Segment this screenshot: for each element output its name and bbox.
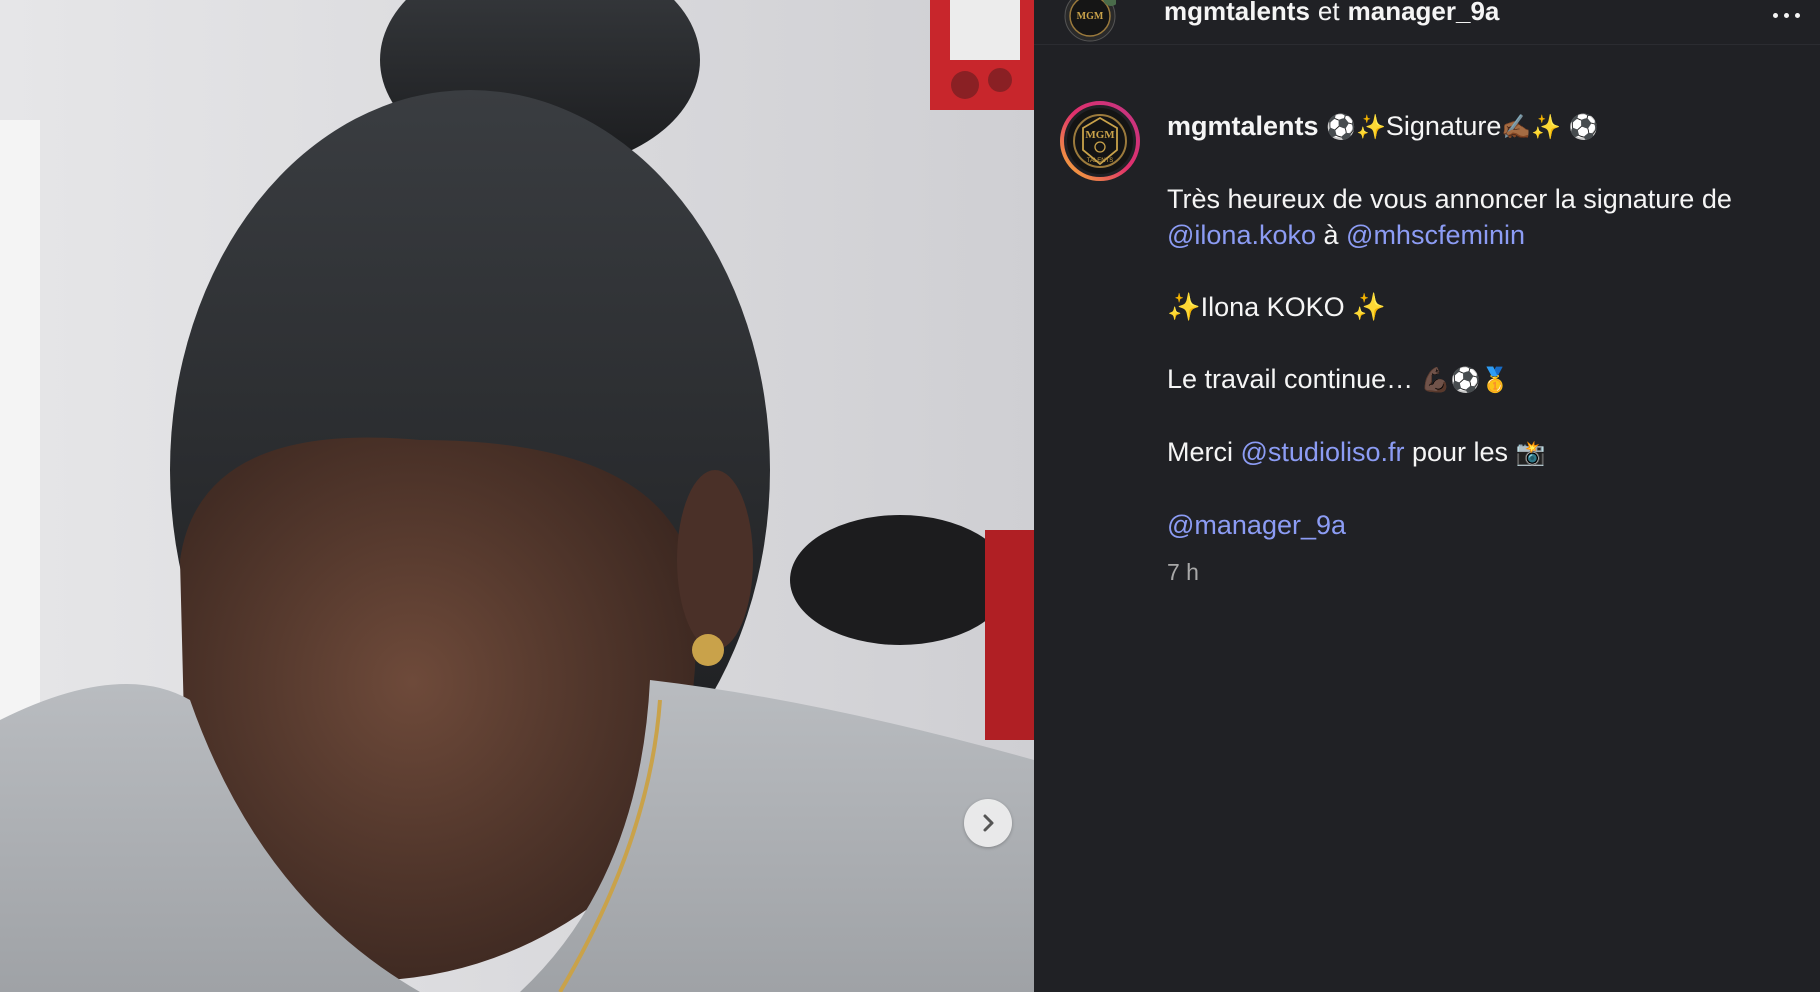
mention-mhscfeminin[interactable]: @mhscfeminin xyxy=(1346,220,1525,250)
header-author-link[interactable]: mgmtalents xyxy=(1164,0,1310,26)
caption-work-emoji: 💪🏿⚽🥇 xyxy=(1420,366,1511,394)
caption-player-line: ✨Ilona KOKO ✨ xyxy=(1167,292,1386,322)
more-dot-icon xyxy=(1772,12,1778,18)
header-logo-text: MGM xyxy=(1077,11,1104,22)
camera-emoji: 📸 xyxy=(1515,439,1546,467)
caption-credit-line: @manager_9a xyxy=(1167,507,1807,543)
post-details-panel: MGM mgmtalents et manager_9a MGM TALENTS… xyxy=(1034,0,1820,992)
caption-announcement: Très heureux de vous annoncer la signatu… xyxy=(1167,181,1807,253)
post-media[interactable] xyxy=(0,0,1034,992)
caption-author-link[interactable]: mgmtalents xyxy=(1167,111,1319,141)
post-header: MGM mgmtalents et manager_9a xyxy=(1034,0,1820,45)
post-photo xyxy=(0,0,1034,992)
header-title: mgmtalents et manager_9a xyxy=(1164,0,1499,27)
author-avatar[interactable]: MGM TALENTS xyxy=(1059,100,1141,182)
mention-ilona-koko[interactable]: @ilona.koko xyxy=(1167,220,1316,250)
avatar-logo-subtext: TALENTS xyxy=(1087,158,1114,164)
caption-thanks-suffix: pour les xyxy=(1404,437,1516,467)
more-options-button[interactable] xyxy=(1766,0,1806,30)
header-conjunction: et xyxy=(1317,0,1340,26)
mention-manager-9a[interactable]: @manager_9a xyxy=(1167,510,1346,540)
post-viewer: MGM mgmtalents et manager_9a MGM TALENTS… xyxy=(0,0,1820,992)
caption-work-line: Le travail continue… 💪🏿⚽🥇 xyxy=(1167,361,1807,398)
avatar-logo-text: MGM xyxy=(1085,129,1115,141)
caption-title-suffix: ✍🏾✨ ⚽ xyxy=(1501,113,1599,141)
caption-work-text: Le travail continue… xyxy=(1167,364,1421,394)
post-caption: mgmtalents ⚽✨Signature✍🏾✨ ⚽ Très heureux… xyxy=(1167,108,1807,587)
next-media-button[interactable] xyxy=(964,799,1012,847)
header-collaborator-link[interactable]: manager_9a xyxy=(1348,0,1500,26)
caption-thanks-text: Merci xyxy=(1167,437,1241,467)
chevron-right-icon xyxy=(983,814,994,832)
more-dot-icon xyxy=(1783,12,1789,18)
mention-studioliso[interactable]: @studioliso.fr xyxy=(1241,437,1405,467)
header-avatar[interactable]: MGM xyxy=(1064,0,1116,42)
caption-join: à xyxy=(1316,220,1347,250)
caption-title-line: mgmtalents ⚽✨Signature✍🏾✨ ⚽ xyxy=(1167,108,1807,145)
caption-title-prefix: ⚽✨ xyxy=(1326,113,1386,141)
caption-line1: Très heureux de vous annoncer la signatu… xyxy=(1167,184,1732,214)
caption-thanks-line: Merci @studioliso.fr pour les 📸 xyxy=(1167,434,1807,471)
post-timestamp[interactable]: 7 h xyxy=(1167,557,1807,587)
caption-title-word: Signature xyxy=(1385,111,1502,141)
more-dot-icon xyxy=(1794,12,1800,18)
